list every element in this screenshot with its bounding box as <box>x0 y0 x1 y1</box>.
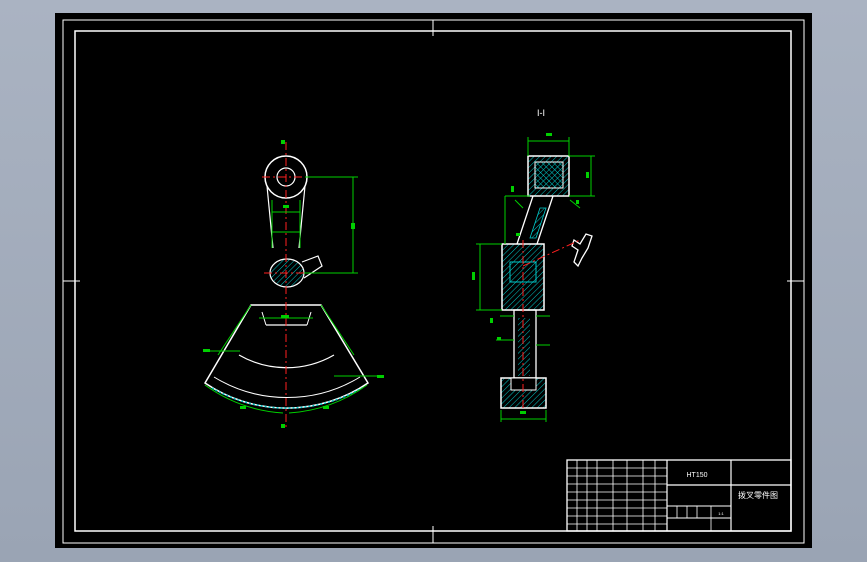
drawing-sheet: I-I HT150 拨叉零件图 1:1 <box>55 13 812 548</box>
stem-section <box>518 318 530 376</box>
scale-label: 1:1 <box>718 511 724 516</box>
drawing-title: 拨叉零件图 <box>738 490 778 500</box>
top-boss-core <box>534 161 564 189</box>
paper-background <box>55 13 812 548</box>
cad-viewport[interactable]: I-I HT150 拨叉零件图 1:1 <box>0 0 867 562</box>
section-label: I-I <box>537 108 545 118</box>
material-label: HT150 <box>686 472 707 479</box>
